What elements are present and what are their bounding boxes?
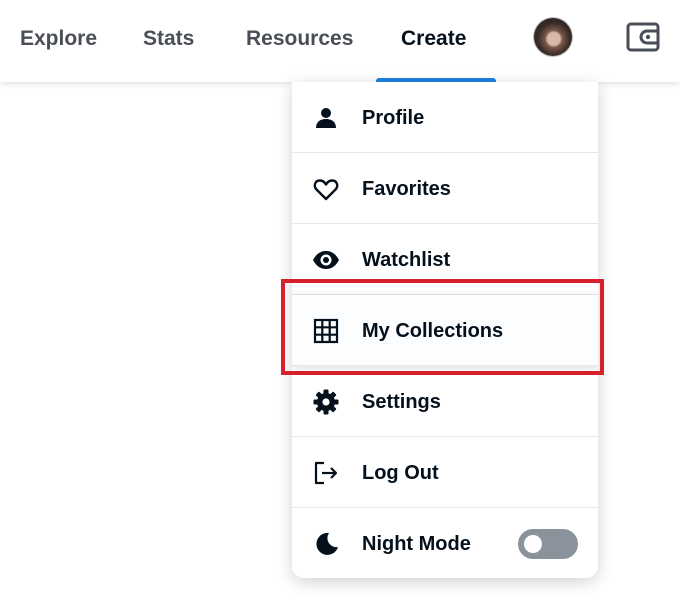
nav-create[interactable]: Create <box>401 26 466 52</box>
menu-label-my-collections: My Collections <box>362 320 504 342</box>
menu-item-settings[interactable]: Settings <box>292 366 598 437</box>
menu-label-profile: Profile <box>362 107 425 129</box>
person-icon <box>316 108 336 128</box>
user-avatar[interactable] <box>534 18 572 56</box>
wallet-icon[interactable] <box>625 19 661 55</box>
top-navigation-bar: Explore Stats Resources Create <box>0 0 680 82</box>
menu-label-log-out: Log Out <box>362 462 439 484</box>
menu-item-night-mode[interactable]: Night Mode <box>292 508 598 578</box>
moon-icon <box>316 532 338 555</box>
menu-item-my-collections[interactable]: My Collections <box>292 295 598 366</box>
menu-label-watchlist: Watchlist <box>362 249 451 271</box>
nav-resources[interactable]: Resources <box>246 26 353 52</box>
logout-icon <box>314 461 338 485</box>
menu-label-settings: Settings <box>362 391 441 413</box>
heart-icon <box>313 179 339 201</box>
menu-label-favorites: Favorites <box>362 178 451 200</box>
menu-item-log-out[interactable]: Log Out <box>292 437 598 508</box>
menu-item-profile[interactable]: Profile <box>292 82 598 153</box>
gear-icon <box>313 389 339 415</box>
toggle-knob <box>524 535 542 553</box>
grid-icon <box>313 318 339 344</box>
menu-item-favorites[interactable]: Favorites <box>292 153 598 224</box>
nav-stats[interactable]: Stats <box>143 26 194 52</box>
profile-dropdown-menu: Profile Favorites Watchlist My Collectio… <box>292 82 598 578</box>
nav-explore[interactable]: Explore <box>20 26 97 52</box>
menu-label-night-mode: Night Mode <box>362 533 471 555</box>
night-mode-toggle[interactable] <box>518 529 578 559</box>
eye-icon <box>313 251 339 269</box>
menu-item-watchlist[interactable]: Watchlist <box>292 224 598 295</box>
